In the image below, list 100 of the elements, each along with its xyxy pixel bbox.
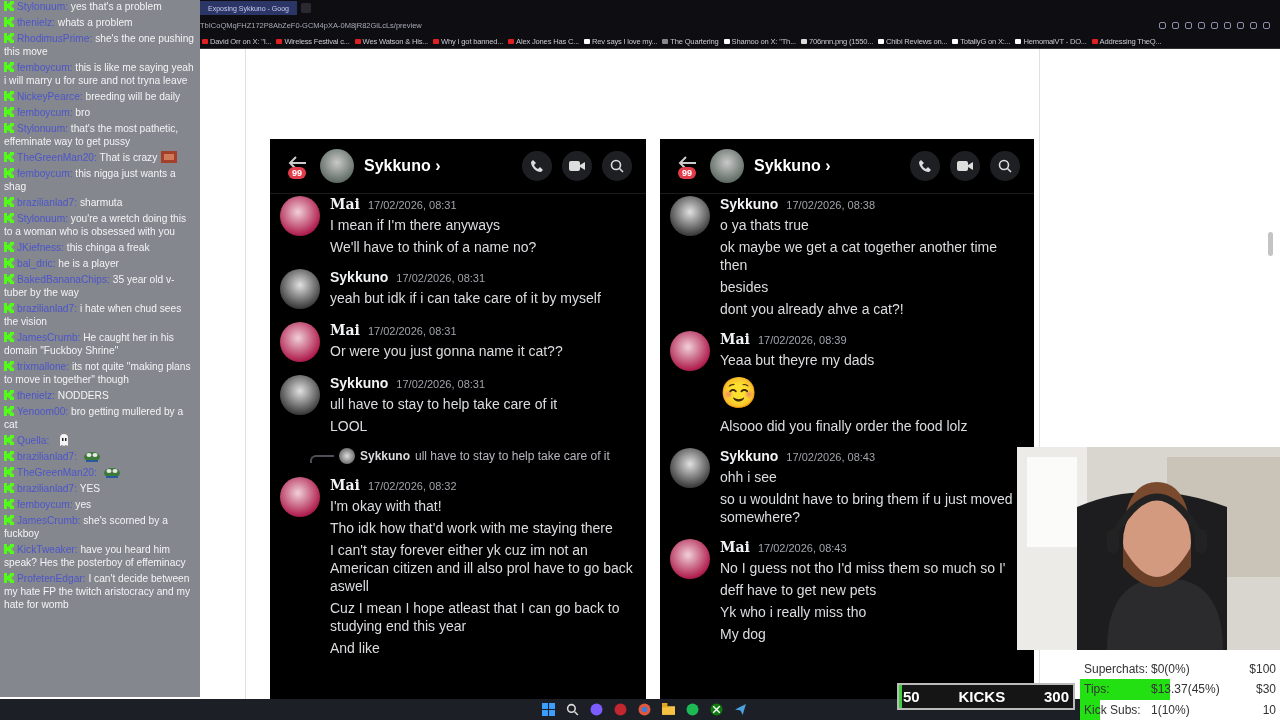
timestamp: 17/02/2026, 08:31 [367, 325, 457, 338]
call-button[interactable] [522, 151, 552, 182]
goal-target: $100 [1249, 662, 1276, 677]
avatar [670, 448, 710, 489]
k-icon [4, 406, 14, 416]
avatar [280, 375, 320, 416]
k-icon [4, 515, 14, 525]
message-text: Yeaa but theyre my dads [720, 351, 876, 370]
unread-badge: 99 [678, 167, 696, 180]
goal-amount: 1(10%) [1151, 702, 1191, 717]
frog-emote-icon [83, 450, 100, 462]
avatar [670, 196, 710, 237]
message-text: We'll have to think of a name no? [330, 238, 537, 257]
chat-message: thenielz: NODDERS [4, 389, 196, 402]
chat-message: TheGreenMan20: That is crazy [4, 151, 196, 164]
chat-message: femboycum: bro [4, 106, 196, 119]
message-text: No I guess not tho I'd miss them so much so I' [720, 559, 1006, 578]
k-icon [4, 91, 14, 101]
chat-message: TheGreenMan20: [4, 466, 196, 479]
k-icon [4, 483, 14, 493]
frog-emote-icon [103, 466, 120, 478]
author-name: Mai [330, 196, 360, 213]
folder-icon[interactable] [661, 703, 675, 717]
chat-message: femboycum: yes [4, 498, 196, 511]
chat-message: brazilianlad7: sharmuta [4, 196, 196, 209]
k-icon [4, 274, 14, 284]
avatar [280, 322, 320, 363]
goal-start: 50 [903, 688, 920, 705]
k-icon [4, 17, 14, 27]
message-text: Cuz I mean I hope atleast that I can go back to studying end this year [330, 599, 621, 636]
app-icon[interactable] [733, 703, 747, 717]
author-name: Mai [330, 477, 360, 494]
avatar [280, 269, 320, 310]
emoji: ☺ [720, 374, 758, 413]
timestamp: 17/02/2026, 08:39 [757, 334, 847, 347]
k-icon [4, 62, 14, 72]
message-text: I can't stay forever either yk cuz im not an American citizen and ill also prol have to go back aswell [330, 541, 634, 596]
message-text: yeah but idk if i can take care of it by myself [330, 289, 601, 308]
message-text: Alsooo did you finally order the food lolz [720, 417, 968, 436]
avatar [339, 448, 355, 465]
search-icon [998, 159, 1012, 174]
k-icon [4, 435, 14, 445]
goal-target: $30 [1255, 682, 1276, 697]
search-icon[interactable] [565, 703, 579, 717]
author-name: Mai [330, 322, 360, 339]
timestamp: 17/02/2026, 08:43 [757, 542, 847, 555]
message-text: LOOL [330, 417, 369, 436]
chat-message: thenielz: whats a problem [4, 16, 196, 29]
video-button[interactable] [950, 151, 980, 182]
k-icon [4, 451, 14, 461]
k-icon [4, 303, 14, 313]
search-icon [610, 159, 624, 174]
chat-message: brazilianlad7: i hate when chud sees the vision [4, 302, 183, 328]
reply-text: ull have to stay to help take care of it [415, 449, 610, 464]
k-icon [4, 168, 14, 178]
contact-name[interactable]: Sykkuno › [364, 157, 512, 176]
chat-message: NickeyPearce: breeding will be daily [4, 90, 196, 103]
phone-icon [918, 159, 932, 174]
app-icon[interactable] [685, 703, 699, 717]
chat-message: ProfetenEdgar: I can't decide between my hate FP the twitch aristocracy and my hate for womb [4, 572, 192, 611]
k-icon [4, 467, 14, 477]
author-name: Sykkuno [720, 448, 779, 465]
unread-badge: 99 [288, 167, 306, 180]
goal-amount: $0(0%) [1151, 662, 1191, 677]
message-text: so u wouldnt have to bring them if u just moved somewhere? [720, 490, 1014, 527]
message-text: Or were you just gonna name it cat?? [330, 342, 563, 361]
message-text: Yk who i really miss tho [720, 603, 868, 622]
contact-name[interactable]: Sykkuno › [754, 157, 900, 176]
k-icon [4, 1, 14, 11]
search-button[interactable] [990, 151, 1020, 182]
k-icon [4, 33, 14, 43]
k-icon [4, 258, 14, 268]
message-text: And like [330, 639, 381, 658]
author-name: Sykkuno [330, 375, 389, 392]
browser-icon[interactable] [637, 703, 651, 717]
goal-end: 300 [1043, 688, 1069, 705]
timestamp: 17/02/2026, 08:31 [396, 272, 486, 285]
timestamp: 17/02/2026, 08:31 [367, 199, 457, 212]
message-text: besides [720, 278, 770, 297]
face-emote-icon [161, 151, 178, 163]
author-name: Mai [720, 331, 750, 348]
message-text: o ya thats true [720, 216, 810, 235]
avatar [280, 196, 320, 237]
search-button[interactable] [602, 151, 632, 182]
k-icon [4, 197, 14, 207]
message-text: I'm okay with that! [330, 497, 443, 516]
call-button[interactable] [910, 151, 940, 182]
video-button[interactable] [562, 151, 592, 182]
start-icon[interactable] [541, 703, 555, 717]
chat-message: brazilianlad7: YES [4, 482, 196, 495]
scrollbar[interactable] [1268, 232, 1273, 256]
author-name: Sykkuno [720, 196, 779, 213]
avatar [710, 149, 744, 184]
reply-connector [310, 455, 334, 464]
timestamp: 17/02/2026, 08:32 [367, 480, 457, 493]
avatar [670, 539, 710, 580]
app-icon[interactable] [709, 703, 723, 717]
author-name: Mai [720, 539, 750, 556]
avatar [320, 149, 354, 184]
phone-icon [530, 159, 544, 174]
